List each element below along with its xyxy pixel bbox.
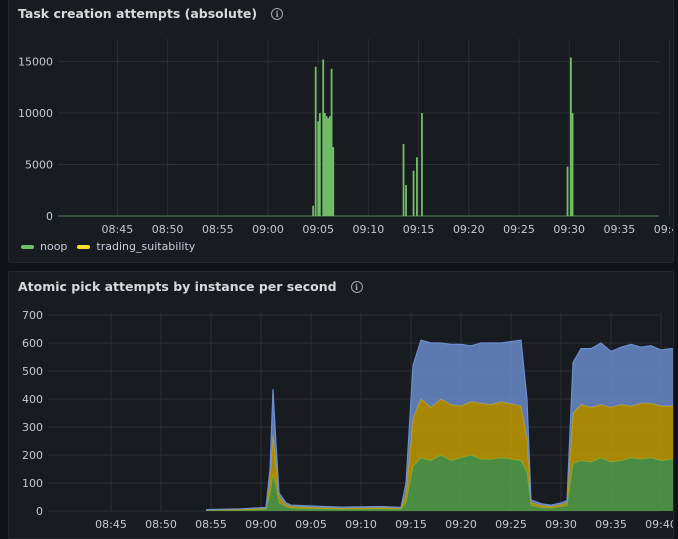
x-tick-label: 09:35: [595, 518, 627, 531]
bar-noop: [325, 116, 328, 216]
x-tick-label: 09:20: [453, 223, 485, 236]
legend: noop trading_suitability: [21, 240, 195, 253]
bar-noop: [402, 143, 405, 216]
task-creation-chart[interactable]: 08:45 08:50 08:55 09:00 09:05 09:10 09:15 09:20…: [9, 0, 674, 263]
y-tick-label: 600: [22, 337, 43, 350]
bar-noop: [327, 118, 330, 216]
bar-noop: [317, 121, 320, 216]
x-tick-label: 09:00: [245, 518, 277, 531]
bar-noop: [412, 170, 415, 216]
bar-noop: [571, 113, 574, 216]
atomic-pick-panel: Atomic pick attempts by instance per sec…: [8, 271, 674, 539]
y-tick-label: 300: [22, 421, 43, 434]
bar-noop: [329, 116, 331, 216]
legend-item-noop[interactable]: noop: [21, 240, 67, 253]
x-tick-label: 09:15: [403, 223, 435, 236]
atomic-pick-chart[interactable]: 08:45 08:50 08:55 09:00 09:05 09:10 09:15 09:20…: [9, 272, 674, 539]
y-tick-label: 100: [22, 477, 43, 490]
y-tick-label: 0: [46, 210, 53, 223]
y-tick-label: 10000: [18, 107, 53, 120]
bar-noop: [314, 66, 317, 216]
y-tick-label: 0: [36, 505, 43, 518]
x-tick-label: 09:25: [495, 518, 527, 531]
x-tick-label: 09:30: [553, 223, 585, 236]
bar-noop: [405, 185, 407, 216]
bar-noop: [322, 59, 325, 216]
x-tick-label: 08:50: [145, 518, 177, 531]
x-tick-label: 08:55: [195, 518, 227, 531]
bar-noop: [312, 205, 315, 216]
x-tick-label: 09:35: [604, 223, 636, 236]
x-tick-label: 09:20: [445, 518, 477, 531]
legend-swatch: [77, 244, 91, 249]
y-tick-label: 400: [22, 393, 43, 406]
x-tick-label: 08:45: [102, 223, 134, 236]
y-tick-label: 200: [22, 449, 43, 462]
bar-noop: [569, 57, 572, 217]
y-tick-label: 700: [22, 309, 43, 322]
y-tick-label: 5000: [25, 159, 53, 172]
bar-noop: [421, 113, 423, 216]
x-tick-label: 08:50: [152, 223, 184, 236]
bar-noop: [323, 113, 326, 216]
legend-swatch: [21, 244, 34, 249]
x-tick-label: 09:25: [503, 223, 535, 236]
x-tick-label: 08:55: [202, 223, 234, 236]
x-tick-label: 09:15: [395, 518, 427, 531]
x-tick-label: 09:40: [645, 518, 674, 531]
y-tick-label: 500: [22, 365, 43, 378]
bar-noop: [416, 157, 418, 216]
y-tick-label: 15000: [18, 56, 53, 69]
x-tick-label: 08:45: [95, 518, 127, 531]
bar-noop: [330, 68, 333, 216]
bar-noop: [566, 166, 569, 216]
x-tick-label: 09:10: [353, 223, 385, 236]
x-tick-label: 09:10: [345, 518, 377, 531]
bar-noop: [332, 147, 335, 216]
bar-noop: [318, 113, 321, 216]
x-tick-label: 09:05: [302, 223, 334, 236]
legend-item-trading-suitability[interactable]: trading_suitability: [77, 240, 195, 253]
x-tick-label: 09:05: [295, 518, 327, 531]
x-tick-label: 09:00: [252, 223, 284, 236]
task-creation-panel: Task creation attempts (absolute) i 08:4…: [8, 0, 674, 263]
x-tick-label: 09:30: [545, 518, 577, 531]
x-tick-label: 09:40: [654, 223, 674, 236]
